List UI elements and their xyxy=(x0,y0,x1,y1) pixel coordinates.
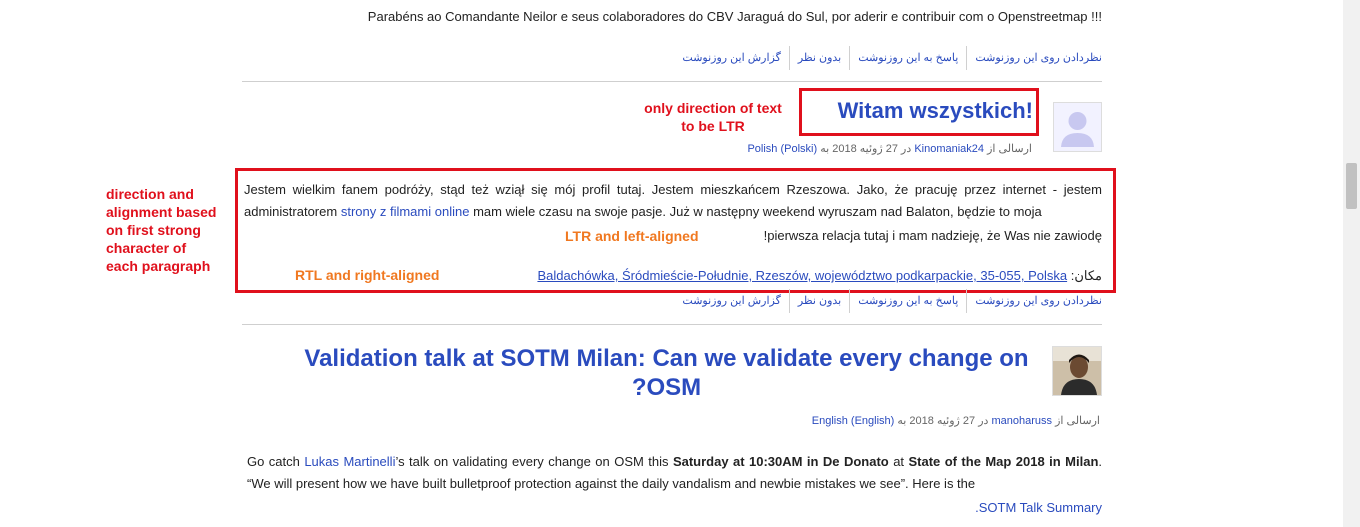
divider xyxy=(242,81,1102,82)
report-link[interactable]: گزارش این روزنوشت xyxy=(674,289,788,313)
reply-link[interactable]: پاسخ به این روزنوشت xyxy=(849,46,966,70)
user-photo-icon xyxy=(1053,347,1101,395)
location-link[interactable]: Baldachówka, Śródmieście-Południe, Rzesz… xyxy=(537,268,1067,283)
post-title[interactable]: Validation talk at SOTM Milan: Can we va… xyxy=(300,344,1033,402)
report-link[interactable]: گزارش این روزنوشت xyxy=(674,46,788,70)
annotation-rtl: RTL and right-aligned xyxy=(295,267,440,283)
no-comments-link[interactable]: بدون نظر xyxy=(788,46,849,70)
speaker-link[interactable]: Lukas Martinelli xyxy=(304,454,395,469)
avatar[interactable] xyxy=(1052,346,1102,396)
entry-actions-post1: نظردادن روی این روزنوشت پاسخ به این روزن… xyxy=(600,288,1102,314)
comment-link[interactable]: نظردادن روی این روزنوشت xyxy=(966,289,1102,313)
post-meta: ارسالی از manoharuss در 27 ژوئیه 2018 به… xyxy=(811,415,1100,427)
post-body-paragraph: Jestem wielkim fanem podróży, stąd też w… xyxy=(244,182,1102,219)
author-link[interactable]: manoharuss xyxy=(992,415,1053,427)
post-body-line3: .SOTM Talk Summary xyxy=(247,497,1102,519)
previous-entry-text: !!! Parabéns ao Comandante Neilor e seus… xyxy=(367,9,1102,24)
reply-link[interactable]: پاسخ به این روزنوشت xyxy=(849,289,966,313)
user-placeholder-icon xyxy=(1061,112,1094,147)
scrollbar[interactable] xyxy=(1343,0,1360,527)
divider xyxy=(242,324,1102,325)
post-meta: ارسالی از Kinomaniak24 در 27 ژوئیه 2018 … xyxy=(747,143,1032,155)
entry-actions-top: نظردادن روی این روزنوشت پاسخ به این روزن… xyxy=(600,45,1102,71)
no-comments-link[interactable]: بدون نظر xyxy=(788,289,849,313)
post-body-paragraph: Go catch Lukas Martinelli’s talk on vali… xyxy=(247,454,1103,491)
body-link[interactable]: strony z filmami online xyxy=(341,204,470,219)
annotation-ltr: LTR and left-aligned xyxy=(565,228,699,244)
avatar[interactable] xyxy=(1053,102,1102,152)
language-link[interactable]: Polish (Polski) xyxy=(747,143,817,155)
annotation-title-note: only direction of text to be LTR xyxy=(644,100,782,134)
comment-link[interactable]: نظردادن روی این روزنوشت xyxy=(966,46,1102,70)
scrollbar-thumb[interactable] xyxy=(1346,163,1357,209)
author-link[interactable]: Kinomaniak24 xyxy=(914,143,984,155)
summary-link[interactable]: .SOTM Talk Summary xyxy=(975,500,1102,515)
language-link[interactable]: English (English) xyxy=(812,415,895,427)
post-title[interactable]: !Witam wszystkich xyxy=(806,98,1033,124)
annotation-left-note: direction and alignment based on first s… xyxy=(106,186,217,274)
